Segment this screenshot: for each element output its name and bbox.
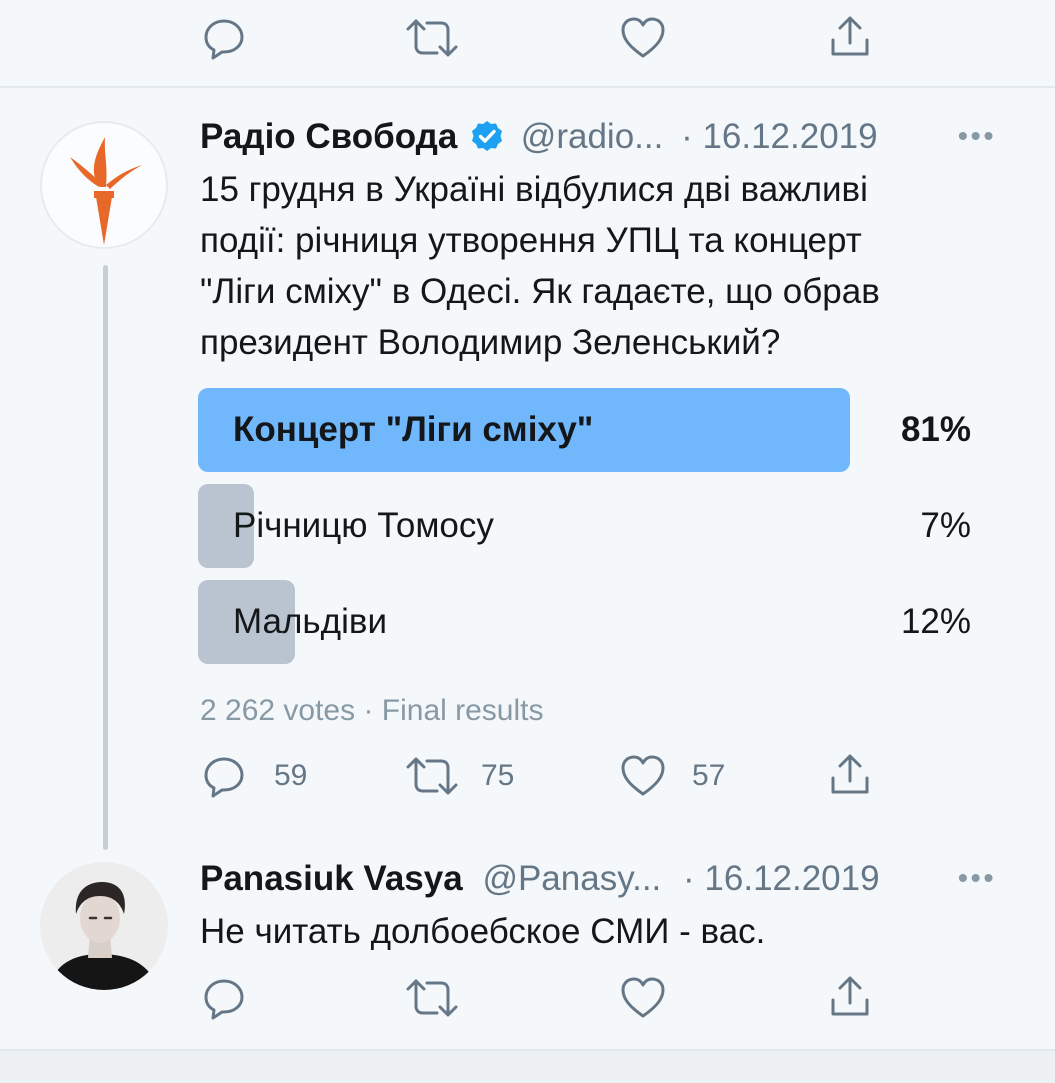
top-retweet-button[interactable]: [405, 18, 459, 58]
tweet2-retweet-button[interactable]: [405, 978, 459, 1018]
poll-option-label: Мальдіви: [233, 602, 388, 641]
tweet1-handle[interactable]: @radio...: [521, 117, 664, 156]
retweet-icon: [406, 979, 458, 1017]
panasiuk-avatar[interactable]: [40, 862, 168, 990]
reply-icon: [204, 757, 244, 798]
tweet2-author-name[interactable]: Panasiuk Vasya: [200, 859, 463, 898]
tweet1-author-name[interactable]: Радіо Свобода: [200, 117, 457, 156]
share-icon: [831, 976, 869, 1016]
tweet2-handle[interactable]: @Panasy...: [482, 859, 661, 898]
poll-summary: 2 262 votes · Final results: [200, 694, 544, 727]
tweet1-text-line: президент Володимир Зеленський?: [200, 323, 781, 362]
heart-icon: [621, 977, 665, 1018]
heart-icon: [621, 755, 665, 796]
reply-icon: [204, 19, 244, 60]
like-count: 57: [692, 759, 726, 792]
tweet1-text-line: 15 грудня в Україні відбулися дві важлив…: [200, 170, 868, 209]
tweet2-reply-button[interactable]: [202, 976, 246, 1020]
tweet2-header: Panasiuk Vasya @Panasy... · 16.12.2019: [200, 859, 880, 899]
top-reply-button[interactable]: [202, 16, 246, 60]
poll-option-percent: 7%: [920, 506, 971, 545]
tweet1-reply-button[interactable]: 59: [202, 754, 322, 798]
retweet-count: 75: [481, 759, 515, 792]
tweet1-like-button[interactable]: 57: [620, 754, 740, 798]
retweet-icon: [406, 19, 458, 57]
torch-logo-icon: [70, 137, 142, 245]
reply-count: 59: [274, 759, 308, 792]
poll-option: Концерт "Ліги сміху" 81%: [198, 388, 973, 472]
tweet2-more-icon[interactable]: •••: [958, 862, 996, 894]
poll-option-percent: 81%: [900, 410, 971, 449]
poll-option-label: Концерт "Ліги сміху": [233, 410, 594, 449]
radio-svoboda-avatar[interactable]: [40, 121, 168, 249]
next-tweet-edge: [0, 1051, 1055, 1083]
verified-badge-icon: [471, 120, 503, 152]
tweet2-like-button[interactable]: [620, 976, 666, 1020]
top-share-button[interactable]: [828, 14, 872, 58]
share-icon: [831, 754, 869, 794]
share-icon: [831, 16, 869, 56]
tweet1-header: Радіо Свобода @radio... · 16.12.2019: [200, 117, 878, 157]
tweet1-text-line: "Ліги сміху" в Одесі. Як гадаєте, що обр…: [200, 272, 880, 311]
tweet1-text: 15 грудня в Україні відбулися дві важлив…: [200, 164, 1030, 368]
thread-line: [103, 265, 108, 850]
poll-option-label: Річницю Томосу: [233, 506, 494, 545]
heart-icon: [621, 17, 665, 58]
tweet1-retweet-button[interactable]: 75: [405, 756, 535, 796]
tweet1-date[interactable]: · 16.12.2019: [681, 117, 878, 156]
poll-option: Річницю Томосу 7%: [198, 484, 973, 568]
user-photo-icon: [40, 862, 168, 990]
retweet-icon: [406, 757, 458, 795]
tweet1-share-button[interactable]: [828, 752, 872, 796]
tweet2-date[interactable]: · 16.12.2019: [683, 859, 880, 898]
poll-option-percent: 12%: [900, 602, 971, 641]
tweet1-more-icon[interactable]: •••: [958, 120, 996, 152]
poll-option: Мальдіви 12%: [198, 580, 973, 664]
top-like-button[interactable]: [620, 16, 666, 60]
tweet2-text: Не читать долбоебское СМИ - вас.: [200, 912, 766, 951]
tweet1-text-line: події: річниця утворення УПЦ та концерт: [200, 221, 862, 260]
reply-icon: [204, 979, 244, 1020]
divider-top: [0, 86, 1055, 88]
tweet2-share-button[interactable]: [828, 974, 872, 1018]
